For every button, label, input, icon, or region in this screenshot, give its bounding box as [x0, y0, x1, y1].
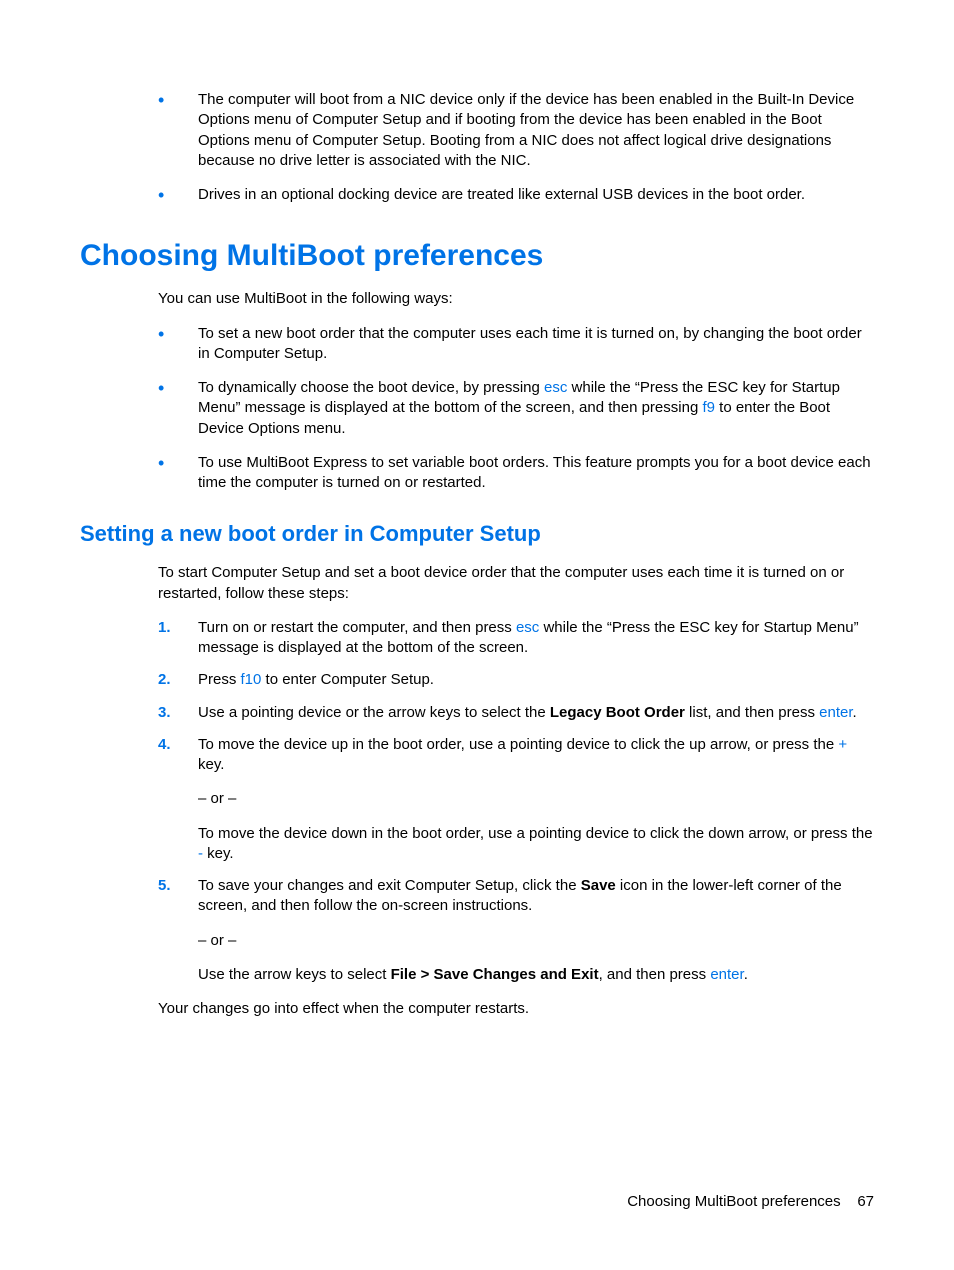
text: .	[744, 966, 748, 983]
key-plus: +	[838, 736, 847, 753]
bold-text: File > Save Changes and Exit	[391, 966, 599, 983]
heading-2: Setting a new boot order in Computer Set…	[80, 521, 874, 547]
preferences-list: To set a new boot order that the compute…	[158, 324, 874, 494]
step-item: Use a pointing device or the arrow keys …	[158, 703, 874, 723]
text: , and then press	[599, 966, 711, 983]
steps-list: Turn on or restart the computer, and the…	[158, 618, 874, 985]
step-item: To move the device up in the boot order,…	[158, 735, 874, 864]
key-enter: enter	[819, 704, 852, 721]
text: key.	[203, 845, 234, 862]
text: Use a pointing device or the arrow keys …	[198, 704, 550, 721]
bold-text: Save	[581, 877, 616, 894]
key-enter: enter	[710, 966, 743, 983]
or-separator: – or –	[198, 931, 874, 951]
heading-1: Choosing MultiBoot preferences	[80, 239, 874, 273]
text: To move the device up in the boot order,…	[198, 736, 838, 753]
content-block: The computer will boot from a NIC device…	[158, 90, 874, 1019]
key-esc: esc	[516, 619, 539, 636]
sub-text: To move the device down in the boot orde…	[198, 824, 874, 865]
footer-title: Choosing MultiBoot preferences	[627, 1193, 840, 1210]
text: To save your changes and exit Computer S…	[198, 877, 581, 894]
text: To move the device down in the boot orde…	[198, 825, 873, 842]
page-number: 67	[857, 1193, 874, 1210]
text: .	[853, 704, 857, 721]
step-item: To save your changes and exit Computer S…	[158, 876, 874, 985]
list-item: To use MultiBoot Express to set variable…	[158, 453, 874, 494]
closing-paragraph: Your changes go into effect when the com…	[158, 999, 874, 1019]
text: key.	[198, 756, 224, 773]
key-f9: f9	[702, 399, 715, 416]
document-page: The computer will boot from a NIC device…	[0, 0, 954, 1270]
text: list, and then press	[685, 704, 819, 721]
key-f10: f10	[241, 671, 262, 688]
bold-text: Legacy Boot Order	[550, 704, 685, 721]
or-separator: – or –	[198, 789, 874, 809]
list-item: Drives in an optional docking device are…	[158, 185, 874, 205]
text: Press	[198, 671, 241, 688]
list-item: To dynamically choose the boot device, b…	[158, 378, 874, 439]
step-item: Turn on or restart the computer, and the…	[158, 618, 874, 659]
intro-paragraph-2: To start Computer Setup and set a boot d…	[158, 563, 874, 604]
key-esc: esc	[544, 379, 567, 396]
text: Turn on or restart the computer, and the…	[198, 619, 516, 636]
list-item: To set a new boot order that the compute…	[158, 324, 874, 365]
text: to enter Computer Setup.	[261, 671, 434, 688]
step-item: Press f10 to enter Computer Setup.	[158, 670, 874, 690]
intro-paragraph: You can use MultiBoot in the following w…	[158, 289, 874, 309]
top-bullet-list: The computer will boot from a NIC device…	[158, 90, 874, 205]
text: To dynamically choose the boot device, b…	[198, 379, 544, 396]
sub-text: Use the arrow keys to select File > Save…	[198, 965, 874, 985]
text: Use the arrow keys to select	[198, 966, 391, 983]
page-footer: Choosing MultiBoot preferences 67	[627, 1193, 874, 1210]
list-item: The computer will boot from a NIC device…	[158, 90, 874, 171]
